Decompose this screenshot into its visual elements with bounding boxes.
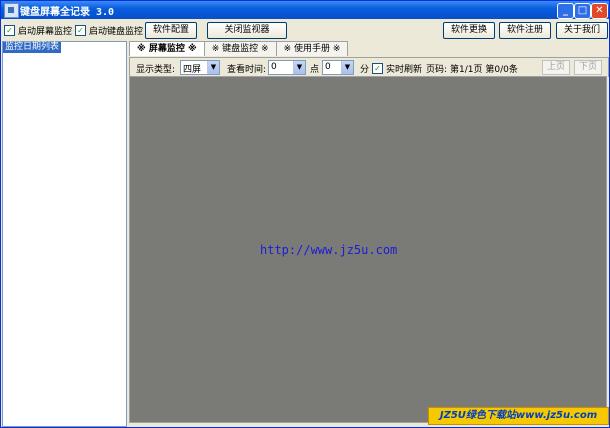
realtime-refresh-checkbox[interactable]: ✓ 实时刷新	[372, 62, 422, 75]
keyboard-monitor-checkbox[interactable]: ✓ 启动键盘监控	[75, 24, 143, 37]
window-title: 键盘屏幕全记录 3.0	[20, 7, 115, 18]
check-icon: ✓	[75, 25, 86, 36]
page-label: 页码:	[426, 65, 448, 75]
minute-select[interactable]: 0 ▼	[322, 60, 354, 75]
url-text: http://www.jz5u.com	[260, 243, 398, 257]
tab-screen-monitor[interactable]: ※ 屏幕监控 ※	[129, 41, 205, 56]
update-button[interactable]: 软件更换	[443, 22, 495, 39]
register-button[interactable]: 软件注册	[499, 22, 551, 39]
display-type-value: 四屏	[183, 65, 202, 75]
page-info: 第1/1页 第0/0条	[450, 65, 518, 75]
hour-value: 0	[271, 62, 277, 72]
tab-user-manual[interactable]: ※ 使用手册 ※	[275, 41, 349, 56]
tab-keyboard-monitor[interactable]: ※ 键盘监控 ※	[203, 41, 277, 56]
date-list[interactable]: 监控日期列表	[2, 41, 127, 427]
close-button[interactable]: ✕	[591, 3, 608, 19]
display-type-label: 显示类型:	[136, 65, 176, 75]
chevron-down-icon: ▼	[341, 61, 353, 74]
minimize-button[interactable]: _	[557, 3, 574, 19]
view-time-label: 查看时间:	[227, 65, 267, 75]
realtime-refresh-label: 实时刷新	[386, 65, 423, 75]
hour-unit: 点	[310, 65, 320, 75]
options-bar: 显示类型: 四屏 ▼ 查看时间: 0 ▼ 点 0 ▼ 分 ✓ 实时刷新 页码: …	[129, 57, 609, 77]
check-icon: ✓	[4, 25, 15, 36]
hour-select[interactable]: 0 ▼	[268, 60, 306, 75]
config-button[interactable]: 软件配置	[145, 22, 197, 39]
app-icon	[4, 3, 19, 18]
chevron-down-icon: ▼	[293, 61, 305, 74]
chevron-down-icon: ▼	[207, 61, 219, 74]
about-button[interactable]: 关于我们	[556, 22, 608, 39]
minute-value: 0	[325, 62, 331, 72]
date-list-header[interactable]: 监控日期列表	[3, 42, 62, 53]
check-icon: ✓	[372, 63, 383, 74]
screen-view-area[interactable]: http://www.jz5u.com	[129, 76, 607, 423]
minute-unit: 分	[360, 65, 370, 75]
watermark: JZ5U绿色下载站www.jz5u.com	[428, 407, 609, 425]
toolbar: ✓ 启动屏幕监控 ✓ 启动键盘监控 软件配置 关闭监视器 软件更换 软件注册 关…	[1, 20, 609, 40]
screen-monitor-label: 启动屏幕监控	[18, 27, 73, 37]
keyboard-monitor-label: 启动键盘监控	[89, 27, 144, 37]
tab-bar: ※ 屏幕监控 ※ ※ 键盘监控 ※ ※ 使用手册 ※	[129, 41, 349, 56]
next-page-button[interactable]: 下页	[574, 60, 602, 75]
screen-monitor-checkbox[interactable]: ✓ 启动屏幕监控	[4, 24, 72, 37]
close-monitor-button[interactable]: 关闭监视器	[207, 22, 287, 39]
maximize-button[interactable]: □	[574, 3, 591, 19]
main-window: 键盘屏幕全记录 3.0 _ □ ✕ ✓ 启动屏幕监控 ✓ 启动键盘监控 软件配置…	[0, 0, 610, 428]
display-type-select[interactable]: 四屏 ▼	[180, 60, 220, 75]
title-bar[interactable]: 键盘屏幕全记录 3.0 _ □ ✕	[1, 1, 609, 19]
prev-page-button[interactable]: 上页	[542, 60, 570, 75]
